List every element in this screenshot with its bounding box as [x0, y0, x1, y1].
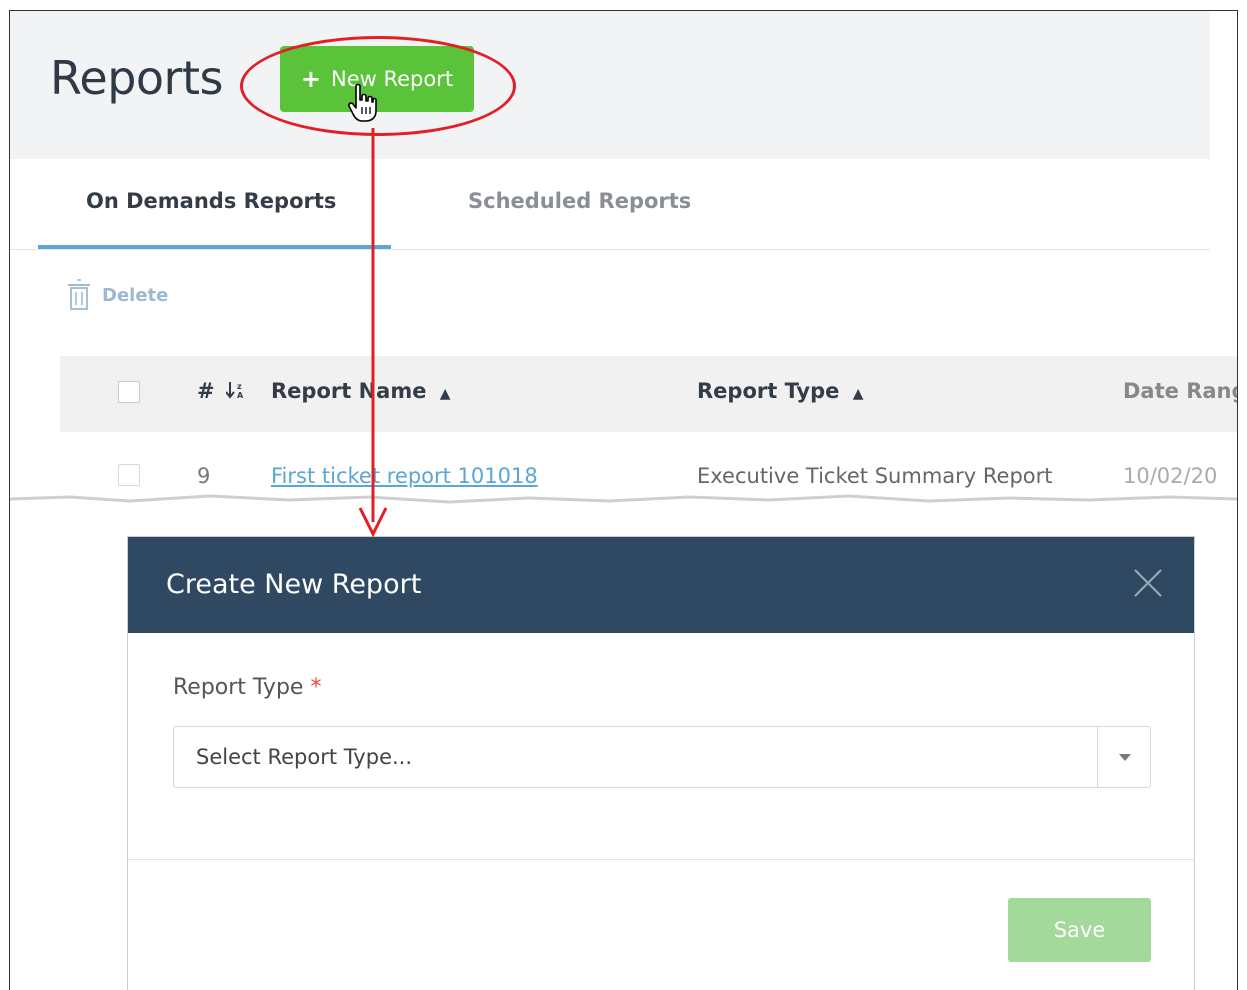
column-number-label: # — [197, 379, 215, 403]
sort-icon: ▲︎ — [852, 386, 864, 402]
row-checkbox[interactable] — [118, 464, 140, 486]
report-type-label: Report Type * — [173, 675, 321, 700]
report-name-link[interactable]: First ticket report 101018 — [271, 464, 538, 488]
svg-text:z: z — [237, 382, 242, 391]
delete-button[interactable]: Delete — [66, 279, 168, 311]
modal-footer-divider — [128, 859, 1194, 860]
tab-scheduled-reports[interactable]: Scheduled Reports — [468, 189, 691, 213]
create-report-modal: Create New Report Report Type * Select R… — [127, 536, 1195, 990]
select-separator — [1097, 727, 1098, 787]
column-report-type-label: Report Type — [697, 379, 840, 403]
close-icon[interactable] — [1130, 565, 1166, 601]
modal-title: Create New Report — [166, 569, 422, 600]
row-number: 9 — [197, 464, 211, 488]
tabs-divider — [10, 249, 1210, 250]
screenshot-frame: Reports + New Report On Demands Reports … — [9, 10, 1238, 990]
row-report-type: Executive Ticket Summary Report — [697, 464, 1053, 488]
sort-icon: ▲︎ — [439, 386, 451, 402]
row-date-range: 10/02/20 — [1123, 464, 1218, 488]
report-type-select[interactable]: Select Report Type... — [173, 726, 1151, 788]
report-type-label-text: Report Type — [173, 675, 304, 700]
column-date-range[interactable]: Date Rang — [1123, 379, 1237, 403]
svg-text:A: A — [237, 391, 244, 400]
required-mark: * — [310, 675, 322, 700]
sort-az-icon: z A — [225, 382, 244, 400]
trash-icon — [68, 279, 90, 310]
column-number[interactable]: # z A — [197, 379, 248, 403]
hand-cursor-icon — [348, 83, 377, 122]
select-placeholder: Select Report Type... — [196, 745, 413, 769]
select-all-checkbox[interactable] — [118, 381, 140, 403]
modal-header: Create New Report — [128, 537, 1194, 633]
delete-label: Delete — [102, 284, 169, 306]
annotation-circle — [240, 36, 516, 136]
column-report-name-label: Report Name — [271, 379, 427, 403]
page-title: Reports — [50, 51, 223, 105]
caret-down-icon[interactable] — [1119, 754, 1131, 761]
column-report-type[interactable]: Report Type ▲︎ — [697, 379, 863, 403]
column-report-name[interactable]: Report Name ▲︎ — [271, 379, 451, 403]
save-button[interactable]: Save — [1008, 898, 1151, 962]
tab-on-demand-reports[interactable]: On Demands Reports — [86, 189, 336, 213]
